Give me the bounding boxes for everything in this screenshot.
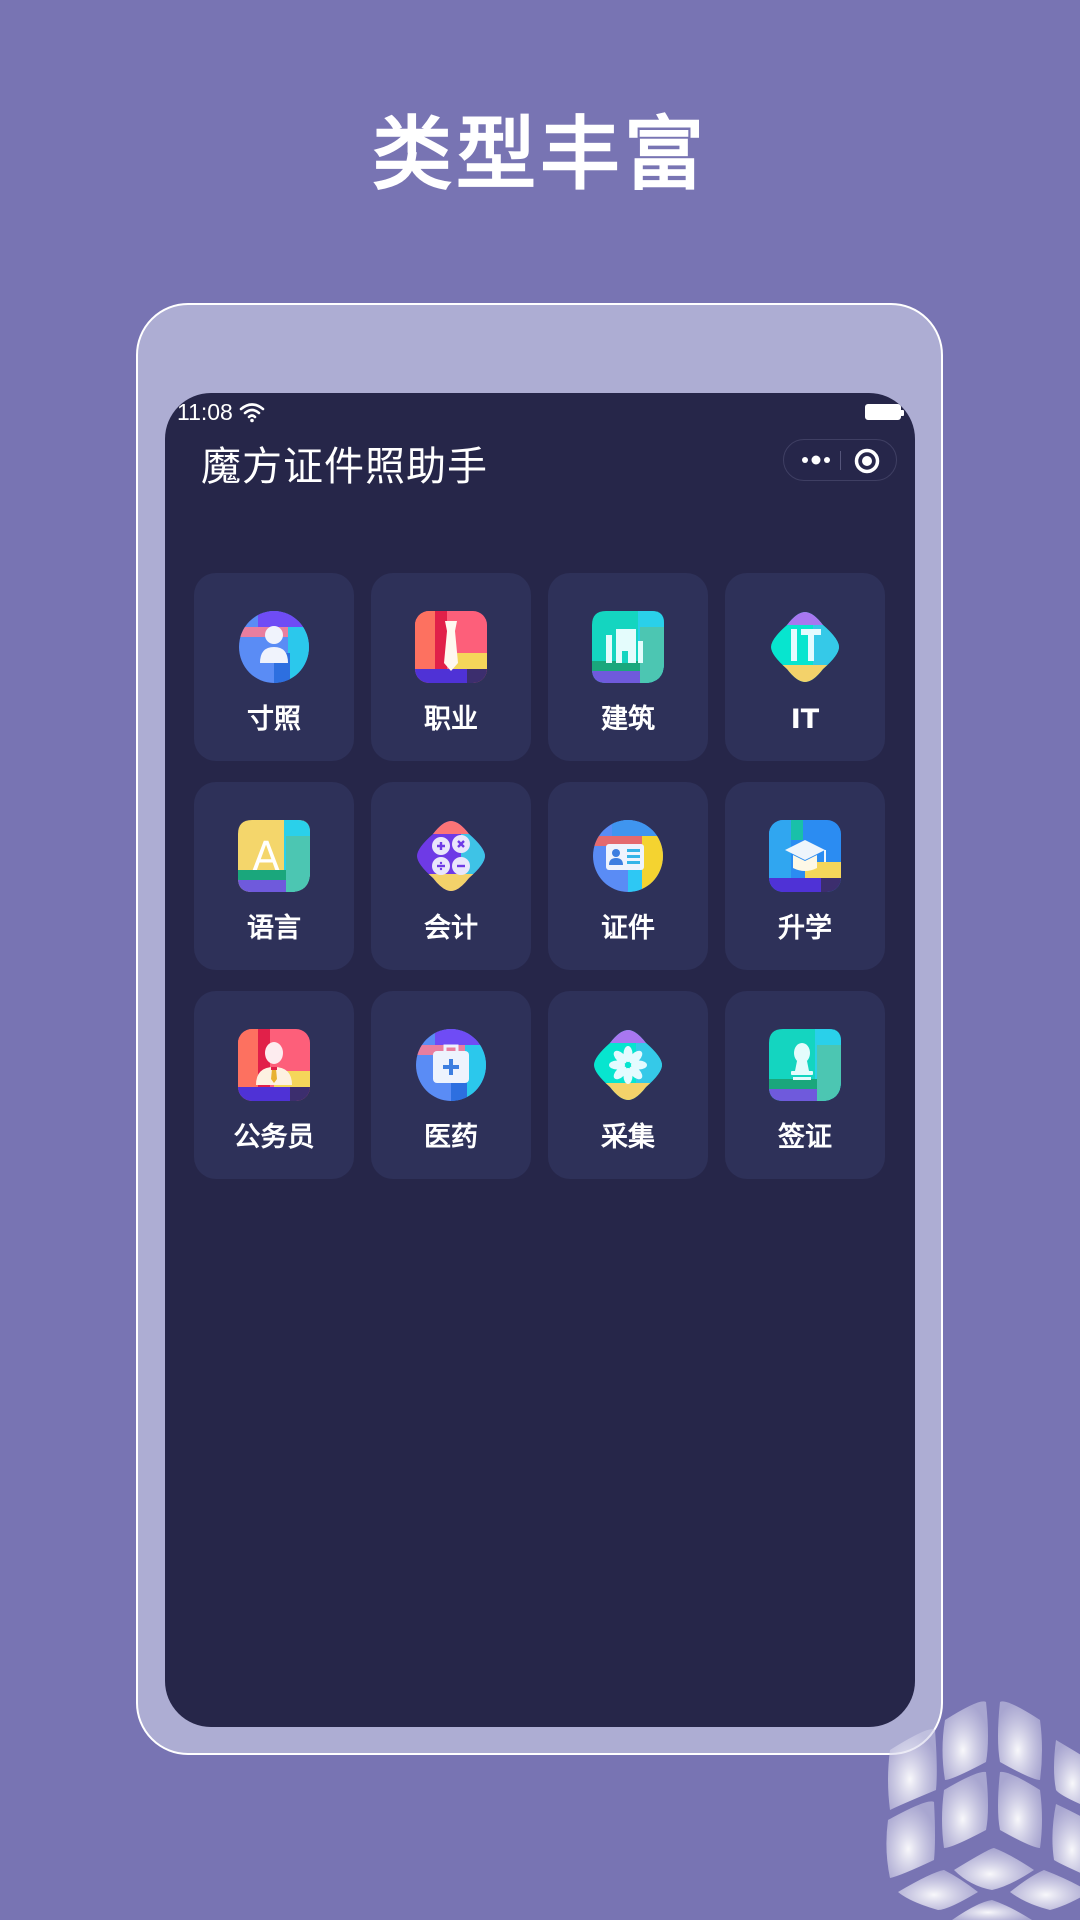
- person-portrait-icon: [239, 611, 309, 683]
- category-label: 采集: [601, 1122, 655, 1153]
- category-label: 公务员: [233, 1122, 315, 1153]
- building-icon: [592, 611, 664, 683]
- category-card[interactable]: 职业: [371, 573, 531, 761]
- category-card[interactable]: IT: [725, 573, 885, 761]
- category-label: 语言: [247, 913, 301, 944]
- flower-icon: [594, 1030, 662, 1100]
- status-bar: 11:08: [165, 393, 915, 433]
- category-label: 证件: [601, 913, 655, 944]
- category-card[interactable]: 升学: [725, 782, 885, 970]
- svg-text:A: A: [252, 834, 280, 880]
- capsule-divider: [840, 451, 841, 470]
- category-card[interactable]: 寸照: [194, 573, 354, 761]
- category-label: 签证: [778, 1122, 832, 1153]
- category-label: 职业: [424, 704, 478, 735]
- it-icon: [771, 612, 839, 682]
- category-card[interactable]: 医药: [371, 991, 531, 1179]
- category-grid: 寸照 职业 建筑 IT A 语言 会计 证件 升学 公务员 医药 采集 签证: [194, 573, 885, 1179]
- category-card[interactable]: 会计: [371, 782, 531, 970]
- category-card[interactable]: 公务员: [194, 991, 354, 1179]
- stamp-icon: [769, 1029, 841, 1101]
- category-label: 升学: [778, 913, 832, 944]
- more-dots-icon[interactable]: [800, 450, 832, 470]
- id-card-icon: [593, 820, 663, 892]
- battery-icon: [865, 404, 904, 420]
- medical-bag-icon: [416, 1029, 486, 1101]
- category-label: IT: [790, 704, 820, 735]
- category-card[interactable]: 签证: [725, 991, 885, 1179]
- category-card[interactable]: A 语言: [194, 782, 354, 970]
- cube-logo-icon: [886, 1701, 1080, 1920]
- status-time: 11:08: [177, 399, 233, 425]
- letter-a-icon: A: [238, 820, 310, 892]
- headline: 类型丰富: [372, 108, 708, 201]
- phone-screen: 11:08 魔方证件照助手 寸照 职业 建筑 IT A 语言 会计 证件 升学 …: [165, 393, 915, 1727]
- category-label: 医药: [424, 1122, 478, 1153]
- nav-bar: 魔方证件照助手: [165, 433, 915, 497]
- category-label: 会计: [424, 913, 478, 944]
- app-title: 魔方证件照助手: [201, 444, 488, 490]
- category-card[interactable]: 建筑: [548, 573, 708, 761]
- graduation-cap-icon: [769, 820, 841, 892]
- necktie-icon: [415, 611, 487, 683]
- category-label: 建筑: [601, 704, 655, 735]
- civil-servant-icon: [238, 1029, 310, 1101]
- target-close-icon[interactable]: [853, 447, 881, 475]
- wifi-icon: [239, 403, 265, 423]
- category-card[interactable]: 采集: [548, 991, 708, 1179]
- calculator-icon: [417, 821, 485, 891]
- category-label: 寸照: [247, 704, 301, 735]
- capsule-menu: [783, 439, 897, 481]
- category-card[interactable]: 证件: [548, 782, 708, 970]
